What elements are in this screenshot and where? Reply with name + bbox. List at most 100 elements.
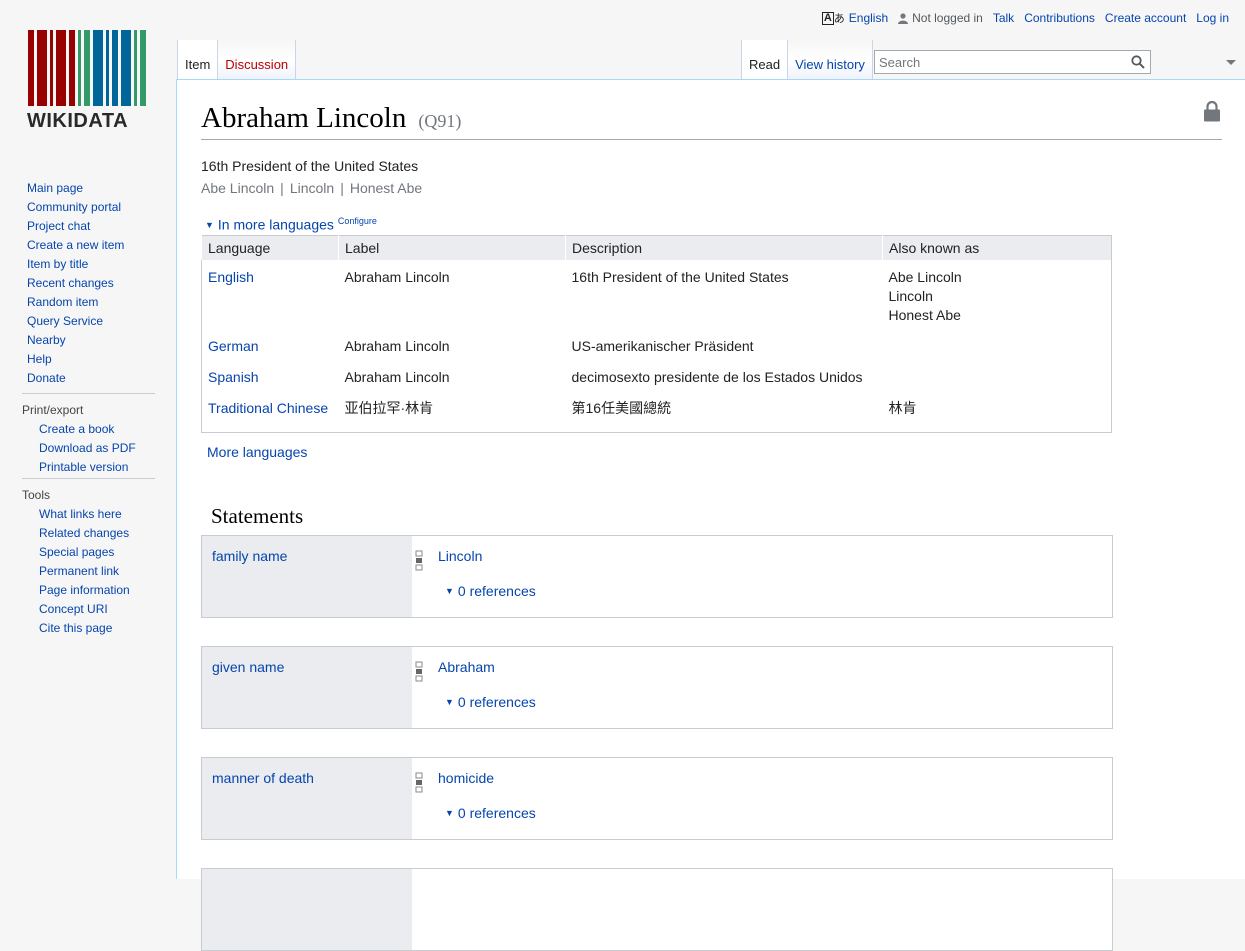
sidebar-item-special-pages[interactable]: Special pages	[39, 545, 114, 559]
item-aliases: Abe Lincoln | Lincoln | Honest Abe	[201, 180, 422, 196]
description-cell: 第16任美國總統	[571, 399, 672, 416]
aliases-cell: Abe Lincoln Lincoln Honest Abe	[883, 260, 1112, 329]
sidebar-item-main-page[interactable]: Main page	[27, 181, 83, 195]
description-cell: 16th President of the United States	[571, 268, 789, 285]
language-link[interactable]: German	[208, 338, 259, 354]
in-more-languages-toggle[interactable]: ▼ In more languages Configure	[205, 216, 377, 233]
sidebar-item-nearby[interactable]: Nearby	[27, 333, 66, 347]
label-cell: Abraham Lincoln	[344, 368, 450, 385]
sidebar-item-permanent-link[interactable]: Permanent link	[39, 564, 119, 578]
alias-separator: |	[280, 180, 284, 196]
sidebar-item-cite-this-page[interactable]: Cite this page	[39, 621, 112, 635]
rank-selector-icon[interactable]	[415, 550, 423, 572]
item-label: Abraham Lincoln	[201, 102, 407, 134]
sidebar-item-recent-changes[interactable]: Recent changes	[27, 276, 114, 290]
sidebar-item-printable-version[interactable]: Printable version	[39, 460, 128, 474]
more-menu-chevron-down-icon[interactable]	[1225, 59, 1237, 67]
table-row: Spanish Abraham Lincoln decimosexto pres…	[202, 360, 1112, 391]
statements-heading: Statements	[211, 504, 304, 528]
tools-heading[interactable]: Tools	[22, 478, 155, 502]
label-cell: Abraham Lincoln	[344, 268, 450, 285]
sidebar-item-what-links-here[interactable]: What links here	[39, 507, 122, 521]
statement-property: family name	[202, 536, 412, 617]
logo-wordmark: WIKIDATA	[27, 110, 129, 132]
log-in-link[interactable]: Log in	[1196, 11, 1229, 25]
aliases-cell	[883, 360, 1112, 391]
table-row: English Abraham Lincoln 16th President o…	[202, 260, 1112, 329]
namespace-tabs: Item Discussion	[177, 40, 297, 80]
more-languages-link[interactable]: More languages	[207, 444, 307, 460]
talk-link[interactable]: Talk	[993, 11, 1014, 25]
sidebar-item-create-new-item[interactable]: Create a new item	[27, 238, 124, 252]
property-link[interactable]: family name	[212, 548, 287, 564]
label-cell: Abraham Lincoln	[344, 337, 450, 354]
create-account-link[interactable]: Create account	[1105, 11, 1186, 25]
statement-group: manner of death homicide ▼ 0 references	[201, 757, 1113, 840]
tab-view-history[interactable]: View history	[787, 40, 873, 80]
language-link[interactable]: Spanish	[208, 369, 259, 385]
aliases-cell: 林肯	[883, 391, 1112, 433]
language-link[interactable]: English	[849, 11, 888, 25]
language-link[interactable]: Traditional Chinese	[208, 400, 328, 416]
label-cell: 亚伯拉罕·林肯	[344, 399, 434, 416]
property-link[interactable]: manner of death	[212, 770, 314, 786]
column-header-also-known-as: Also known as	[882, 235, 1112, 260]
sidebar-item-concept-uri[interactable]: Concept URI	[39, 602, 108, 616]
alias: 林肯	[888, 399, 917, 416]
alias: Lincoln	[289, 180, 335, 196]
table-row: German Abraham Lincoln US-amerikanischer…	[202, 329, 1112, 360]
sidebar-item-community-portal[interactable]: Community portal	[27, 200, 121, 214]
language-selector[interactable]: Aあ English	[821, 10, 888, 26]
statement-property: manner of death	[202, 758, 412, 839]
alias: Lincoln	[888, 287, 933, 304]
sidebar-item-query-service[interactable]: Query Service	[27, 314, 103, 328]
sidebar-item-help[interactable]: Help	[27, 352, 52, 366]
references-toggle[interactable]: ▼ 0 references	[445, 694, 536, 710]
property-link[interactable]: given name	[212, 659, 284, 675]
tab-discussion[interactable]: Discussion	[217, 40, 297, 80]
sidebar-item-page-information[interactable]: Page information	[39, 583, 130, 597]
lock-icon[interactable]	[1204, 100, 1220, 122]
sidebar-item-download-pdf[interactable]: Download as PDF	[39, 441, 136, 455]
wikidata-logo[interactable]: WIKIDATA	[18, 30, 158, 132]
alias: Abe Lincoln	[201, 180, 275, 196]
rank-selector-icon[interactable]	[415, 772, 423, 794]
sidebar-item-random-item[interactable]: Random item	[27, 295, 98, 309]
sidebar-item-donate[interactable]: Donate	[27, 371, 66, 385]
view-tabs: Read View history	[741, 40, 873, 80]
alias: Abe Lincoln	[888, 268, 962, 285]
tab-item[interactable]: Item	[177, 40, 218, 80]
statement-value[interactable]: Abraham	[438, 659, 495, 675]
description-cell: US-amerikanischer Präsident	[571, 337, 754, 354]
references-toggle[interactable]: ▼ 0 references	[445, 583, 536, 599]
sidebar-navigation: Main page Community portal Project chat …	[0, 179, 176, 388]
statement-value[interactable]: homicide	[438, 770, 494, 786]
print-export-heading[interactable]: Print/export	[22, 393, 155, 417]
rank-selector-icon[interactable]	[415, 661, 423, 683]
sidebar-tools: Tools What links here Related changes Sp…	[0, 478, 176, 638]
column-header-description: Description	[565, 235, 883, 260]
caret-down-icon: ▼	[445, 586, 454, 596]
not-logged-in-text: Not logged in	[912, 11, 983, 25]
search-input[interactable]	[875, 51, 1115, 73]
statement-value[interactable]: Lincoln	[438, 548, 482, 564]
in-more-languages-label: In more languages	[217, 216, 334, 233]
references-toggle[interactable]: ▼ 0 references	[445, 805, 536, 821]
column-header-label: Label	[338, 235, 566, 260]
title-row: Abraham Lincoln (Q91)	[201, 100, 1222, 140]
sidebar-item-create-book[interactable]: Create a book	[39, 422, 114, 436]
language-link[interactable]: English	[208, 269, 254, 285]
sidebar-item-related-changes[interactable]: Related changes	[39, 526, 129, 540]
sidebar-item-project-chat[interactable]: Project chat	[27, 219, 90, 233]
user-icon	[898, 12, 909, 24]
search-icon[interactable]	[1131, 55, 1145, 69]
alias: Honest Abe	[349, 180, 423, 196]
page-title: Abraham Lincoln (Q91)	[201, 102, 461, 135]
sidebar-item-item-by-title[interactable]: Item by title	[27, 257, 88, 271]
statement-property	[202, 869, 412, 950]
configure-link[interactable]: Configure	[338, 216, 377, 226]
contributions-link[interactable]: Contributions	[1024, 11, 1095, 25]
tab-read[interactable]: Read	[741, 40, 788, 80]
item-description: 16th President of the United States	[201, 158, 419, 174]
caret-down-icon: ▼	[205, 219, 214, 230]
